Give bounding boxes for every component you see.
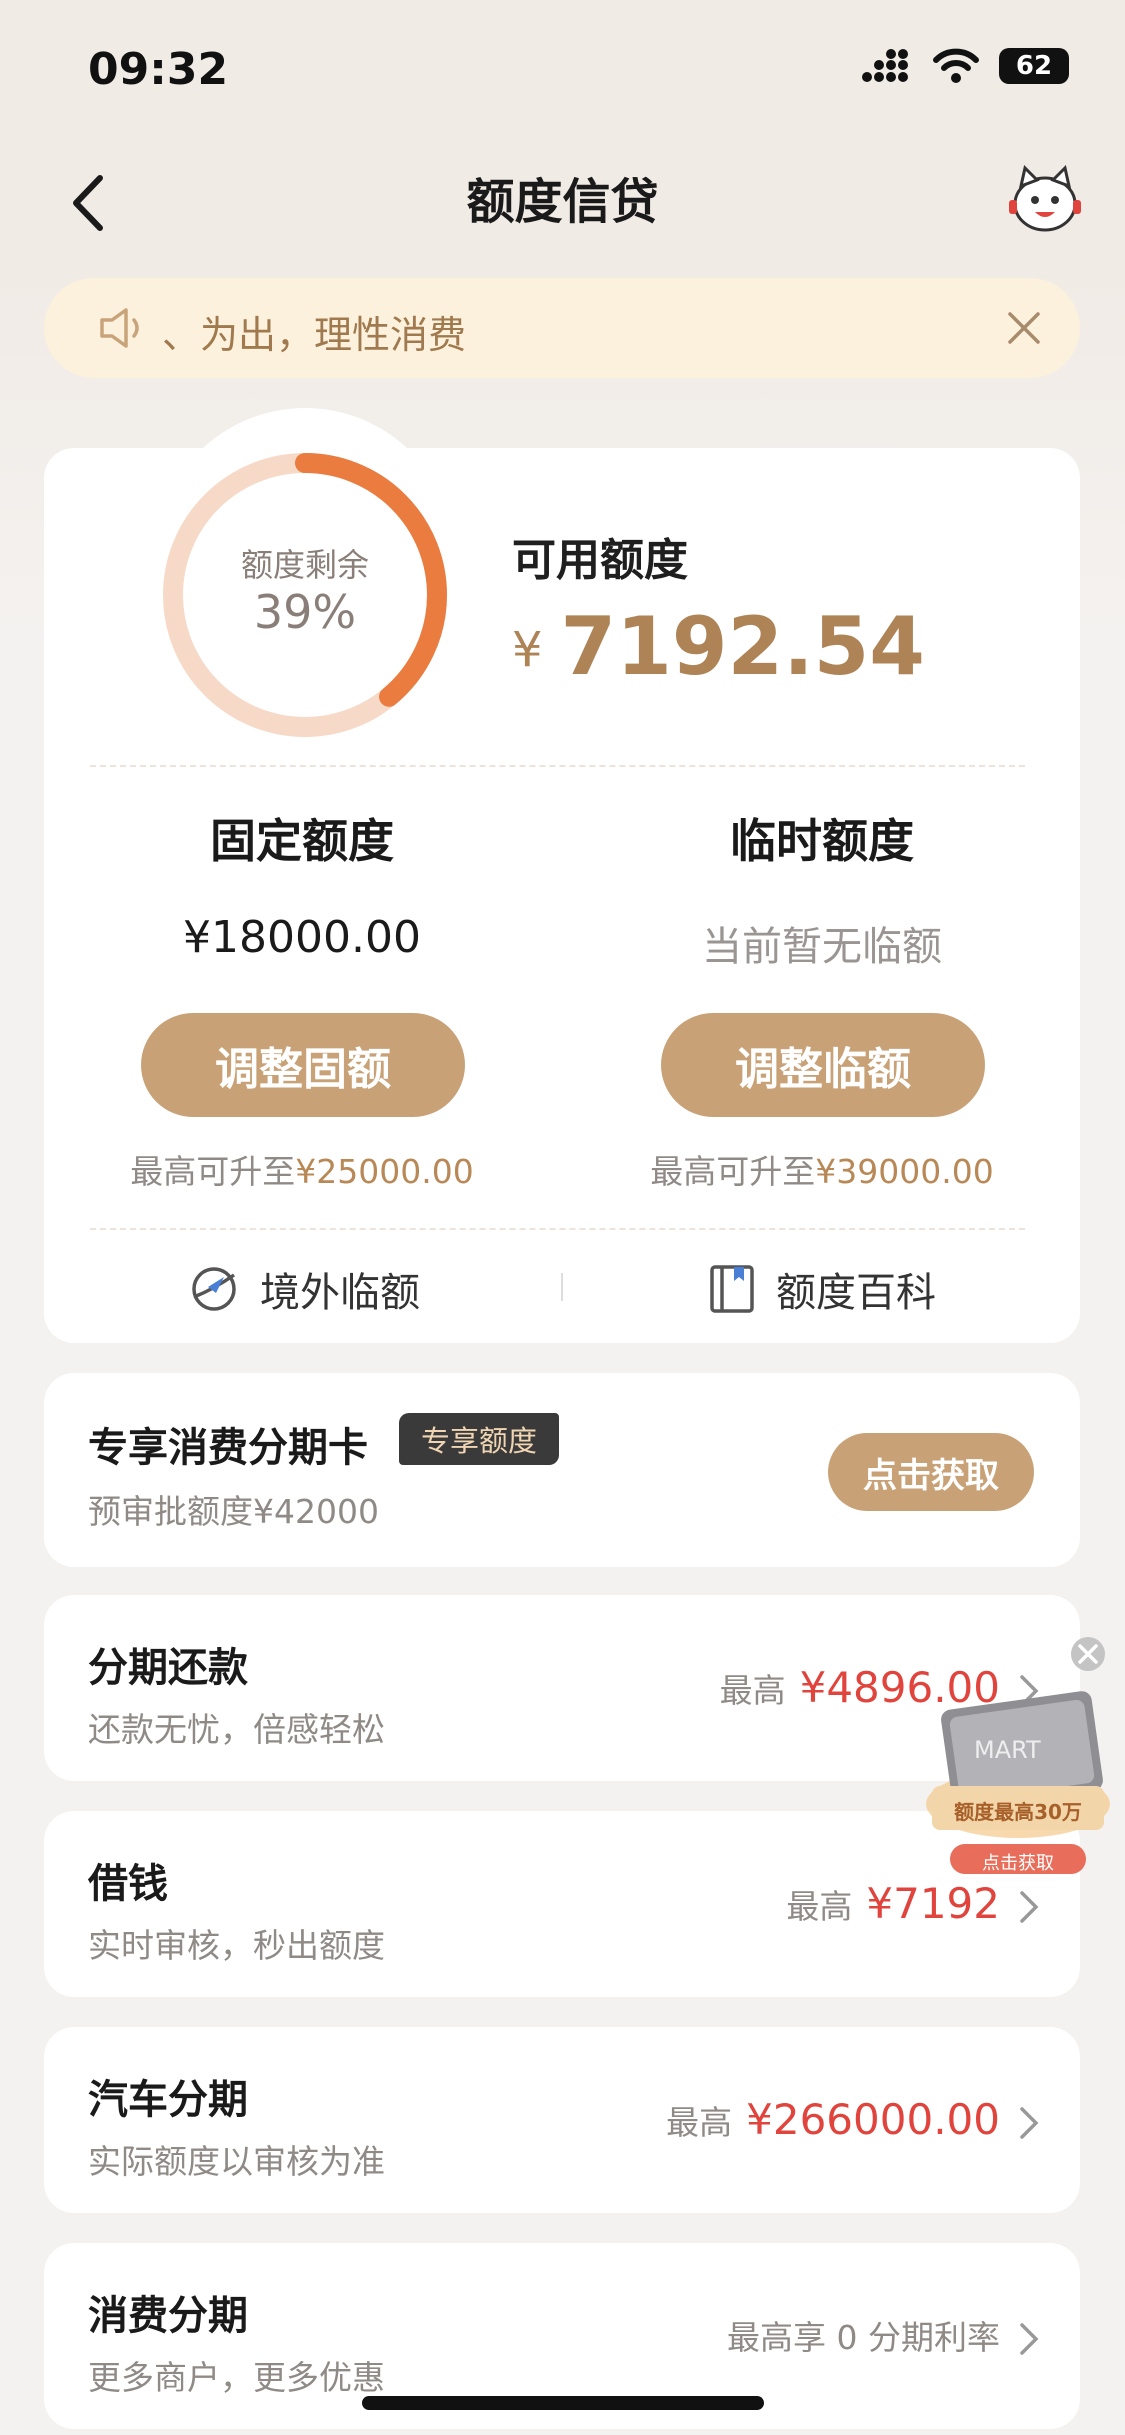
nav-header: 额度信贷: [0, 140, 1125, 270]
home-indicator: [362, 2396, 764, 2410]
exclusive-card[interactable]: 专享消费分期卡 专享额度 预审批额度¥42000 点击获取: [44, 1373, 1080, 1567]
fixed-title: 固定额度: [210, 814, 394, 868]
product-subtitle: 还款无忧，倍感轻松: [88, 1710, 385, 1749]
fixed-note-amount: ¥25000.00: [295, 1152, 474, 1191]
adjust-fixed-button[interactable]: 调整固额: [141, 1013, 465, 1117]
product-limit: 最高 ¥266000.00: [666, 2095, 1000, 2144]
limit-prefix: 最高: [666, 2103, 733, 2142]
temp-note: 最高可升至¥39000.00: [582, 1145, 1062, 1193]
chevron-right-icon: [1020, 2107, 1039, 2139]
chevron-right-icon: [1020, 1891, 1039, 1923]
exclusive-badge: 专享额度: [399, 1413, 560, 1465]
donut-label: 额度剩余: [240, 546, 369, 584]
product-title: 分期还款: [88, 1645, 248, 1691]
fixed-value: ¥18000.00: [183, 912, 421, 963]
close-icon[interactable]: [1002, 306, 1046, 350]
overseas-link[interactable]: 境外临额: [188, 1260, 420, 1318]
limit-amount: ¥7192: [866, 1879, 1000, 1928]
exclusive-title: 专享消费分期卡: [88, 1425, 368, 1471]
product-subtitle: 实际额度以审核为准: [88, 2142, 385, 2181]
promo-widget[interactable]: MART 额度最高30万 点击获取: [918, 1636, 1118, 1876]
status-icons: 62: [861, 48, 1069, 84]
globe-plane-icon: [192, 1267, 236, 1311]
chevron-right-icon: [1020, 2323, 1039, 2355]
product-subtitle: 更多商户，更多优惠: [88, 2358, 385, 2397]
divider: [90, 765, 1025, 767]
fixed-note-prefix: 最高可升至: [130, 1152, 296, 1191]
wifi-icon: [933, 48, 979, 83]
temp-note-amount: ¥39000.00: [815, 1152, 994, 1191]
fixed-note: 最高可升至¥25000.00: [62, 1145, 542, 1193]
link-separator: [561, 1273, 563, 1301]
divider: [90, 1228, 1025, 1230]
signal-icon: [862, 49, 908, 82]
encyclopedia-link[interactable]: 额度百科: [708, 1260, 936, 1318]
product-title: 消费分期: [88, 2293, 248, 2339]
mascot-icon[interactable]: [1007, 162, 1083, 238]
promo-card-text: MART: [974, 1736, 1041, 1764]
temp-note-prefix: 最高可升至: [650, 1152, 816, 1191]
book-icon: [710, 1265, 754, 1313]
temp-value: 当前暂无临额: [702, 924, 942, 970]
available-amount: ¥7192.54: [512, 600, 925, 693]
status-bar: 09:32 62: [0, 0, 1125, 140]
page-title: 额度信贷: [466, 174, 659, 230]
currency-symbol: ¥: [512, 622, 543, 678]
promo-button[interactable]: 点击获取: [950, 1849, 1086, 1875]
promo-line: 额度最高30万: [954, 1800, 1082, 1824]
adjust-temp-button[interactable]: 调整临额: [661, 1013, 985, 1117]
speaker-icon: [100, 308, 139, 348]
overseas-label: 境外临额: [260, 1270, 420, 1316]
product-subtitle: 实时审核，秒出额度: [88, 1926, 385, 1965]
notice-banner[interactable]: 、为出，理性消费: [44, 278, 1080, 378]
product-limit: 最高享 0 分期利率: [727, 2311, 1000, 2359]
product-title: 借钱: [88, 1861, 168, 1907]
product-limit: 最高 ¥7192: [786, 1879, 1000, 1928]
available-label: 可用额度: [512, 535, 688, 586]
exclusive-subtitle: 预审批额度¥42000: [88, 1492, 379, 1531]
limit-prefix: 最高: [719, 1671, 786, 1710]
battery-icon: 62: [999, 48, 1069, 84]
temp-title: 临时额度: [730, 814, 914, 868]
get-now-button[interactable]: 点击获取: [828, 1433, 1034, 1511]
product-row-car-loan[interactable]: 汽车分期 实际额度以审核为准 最高 ¥266000.00: [44, 2027, 1080, 2213]
status-time: 09:32: [88, 44, 229, 95]
donut-percent: 39%: [253, 585, 357, 639]
available-value: 7192.54: [560, 600, 925, 693]
limit-amount: ¥266000.00: [746, 2095, 1000, 2144]
limit-prefix: 最高: [786, 1887, 853, 1926]
limit-prefix: 最高享 0 分期利率: [727, 2318, 1000, 2357]
encyclopedia-label: 额度百科: [776, 1270, 936, 1316]
notice-text: 、为出，理性消费: [162, 313, 467, 357]
product-title: 汽车分期: [88, 2077, 248, 2123]
